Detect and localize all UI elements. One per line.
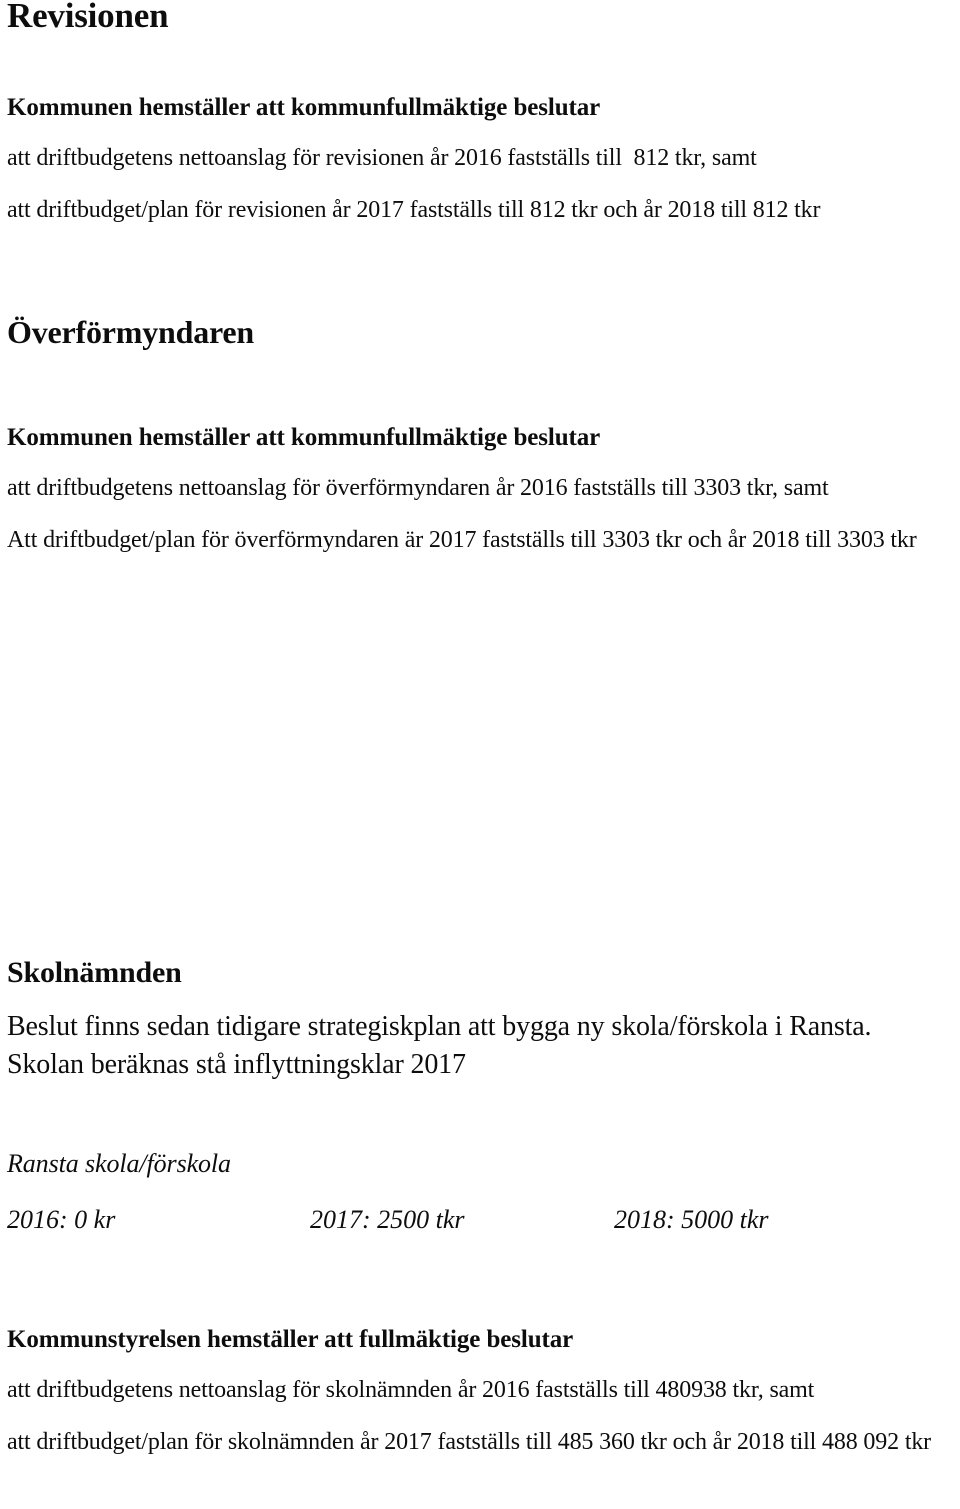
project-title-ransta: Ransta skola/förskola xyxy=(7,1149,231,1178)
heading-skolnamnden: Skolnämnden xyxy=(7,956,182,989)
paragraph-overformyndaren-2017-2018: Att driftbudget/plan för överförmyndaren… xyxy=(7,526,917,553)
section-revisionen: Revisionen xyxy=(7,0,957,34)
paragraph-overformyndaren-2016: att driftbudgetens nettoanslag för överf… xyxy=(7,475,829,501)
project-year-2016: 2016: 0 kr xyxy=(7,1204,116,1234)
overformyndaren-body: Kommunen hemställer att kommunfullmäktig… xyxy=(7,424,957,557)
skolnamnden-intro: Beslut finns sedan tidigare strategiskpl… xyxy=(7,1008,932,1083)
section-overformyndaren: Överförmyndaren xyxy=(7,314,957,350)
lead-revisionen: Kommunen hemställer att kommunfullmäktig… xyxy=(7,94,601,121)
project-year-2018: 2018: 5000 tkr xyxy=(614,1204,769,1234)
paragraph-skolnamnden-2016: att driftbudgetens nettoanslag för skoln… xyxy=(7,1377,815,1403)
lead-overformyndaren: Kommunen hemställer att kommunfullmäktig… xyxy=(7,424,601,451)
paragraph-skolnamnden-2017-2018: att driftbudget/plan för skolnämnden år … xyxy=(7,1428,932,1455)
paragraph-revisionen-2017-2018: att driftbudget/plan för revisionen år 2… xyxy=(7,196,821,223)
paragraph-skolnamnden-intro: Beslut finns sedan tidigare strategiskpl… xyxy=(7,1011,872,1080)
project-year-2017: 2017: 2500 tkr xyxy=(310,1204,465,1234)
skolnamnden-body: Kommunstyrelsen hemställer att fullmäkti… xyxy=(7,1326,957,1459)
project-year-amounts: 2016: 0 kr 2017: 2500 tkr 2018: 5000 tkr xyxy=(7,1203,957,1239)
lead-kommunstyrelsen: Kommunstyrelsen hemställer att fullmäkti… xyxy=(7,1326,574,1353)
heading-revisionen: Revisionen xyxy=(7,0,169,35)
heading-overformyndaren: Överförmyndaren xyxy=(7,314,255,350)
project-ransta: Ransta skola/förskola 2016: 0 kr 2017: 2… xyxy=(7,1147,957,1239)
revisionen-body: Kommunen hemställer att kommunfullmäktig… xyxy=(7,94,957,227)
document-page: Revisionen Kommunen hemställer att kommu… xyxy=(0,0,960,1509)
section-skolnamnden: Skolnämnden xyxy=(7,957,957,989)
paragraph-revisionen-2016: att driftbudgetens nettoanslag för revis… xyxy=(7,145,757,171)
